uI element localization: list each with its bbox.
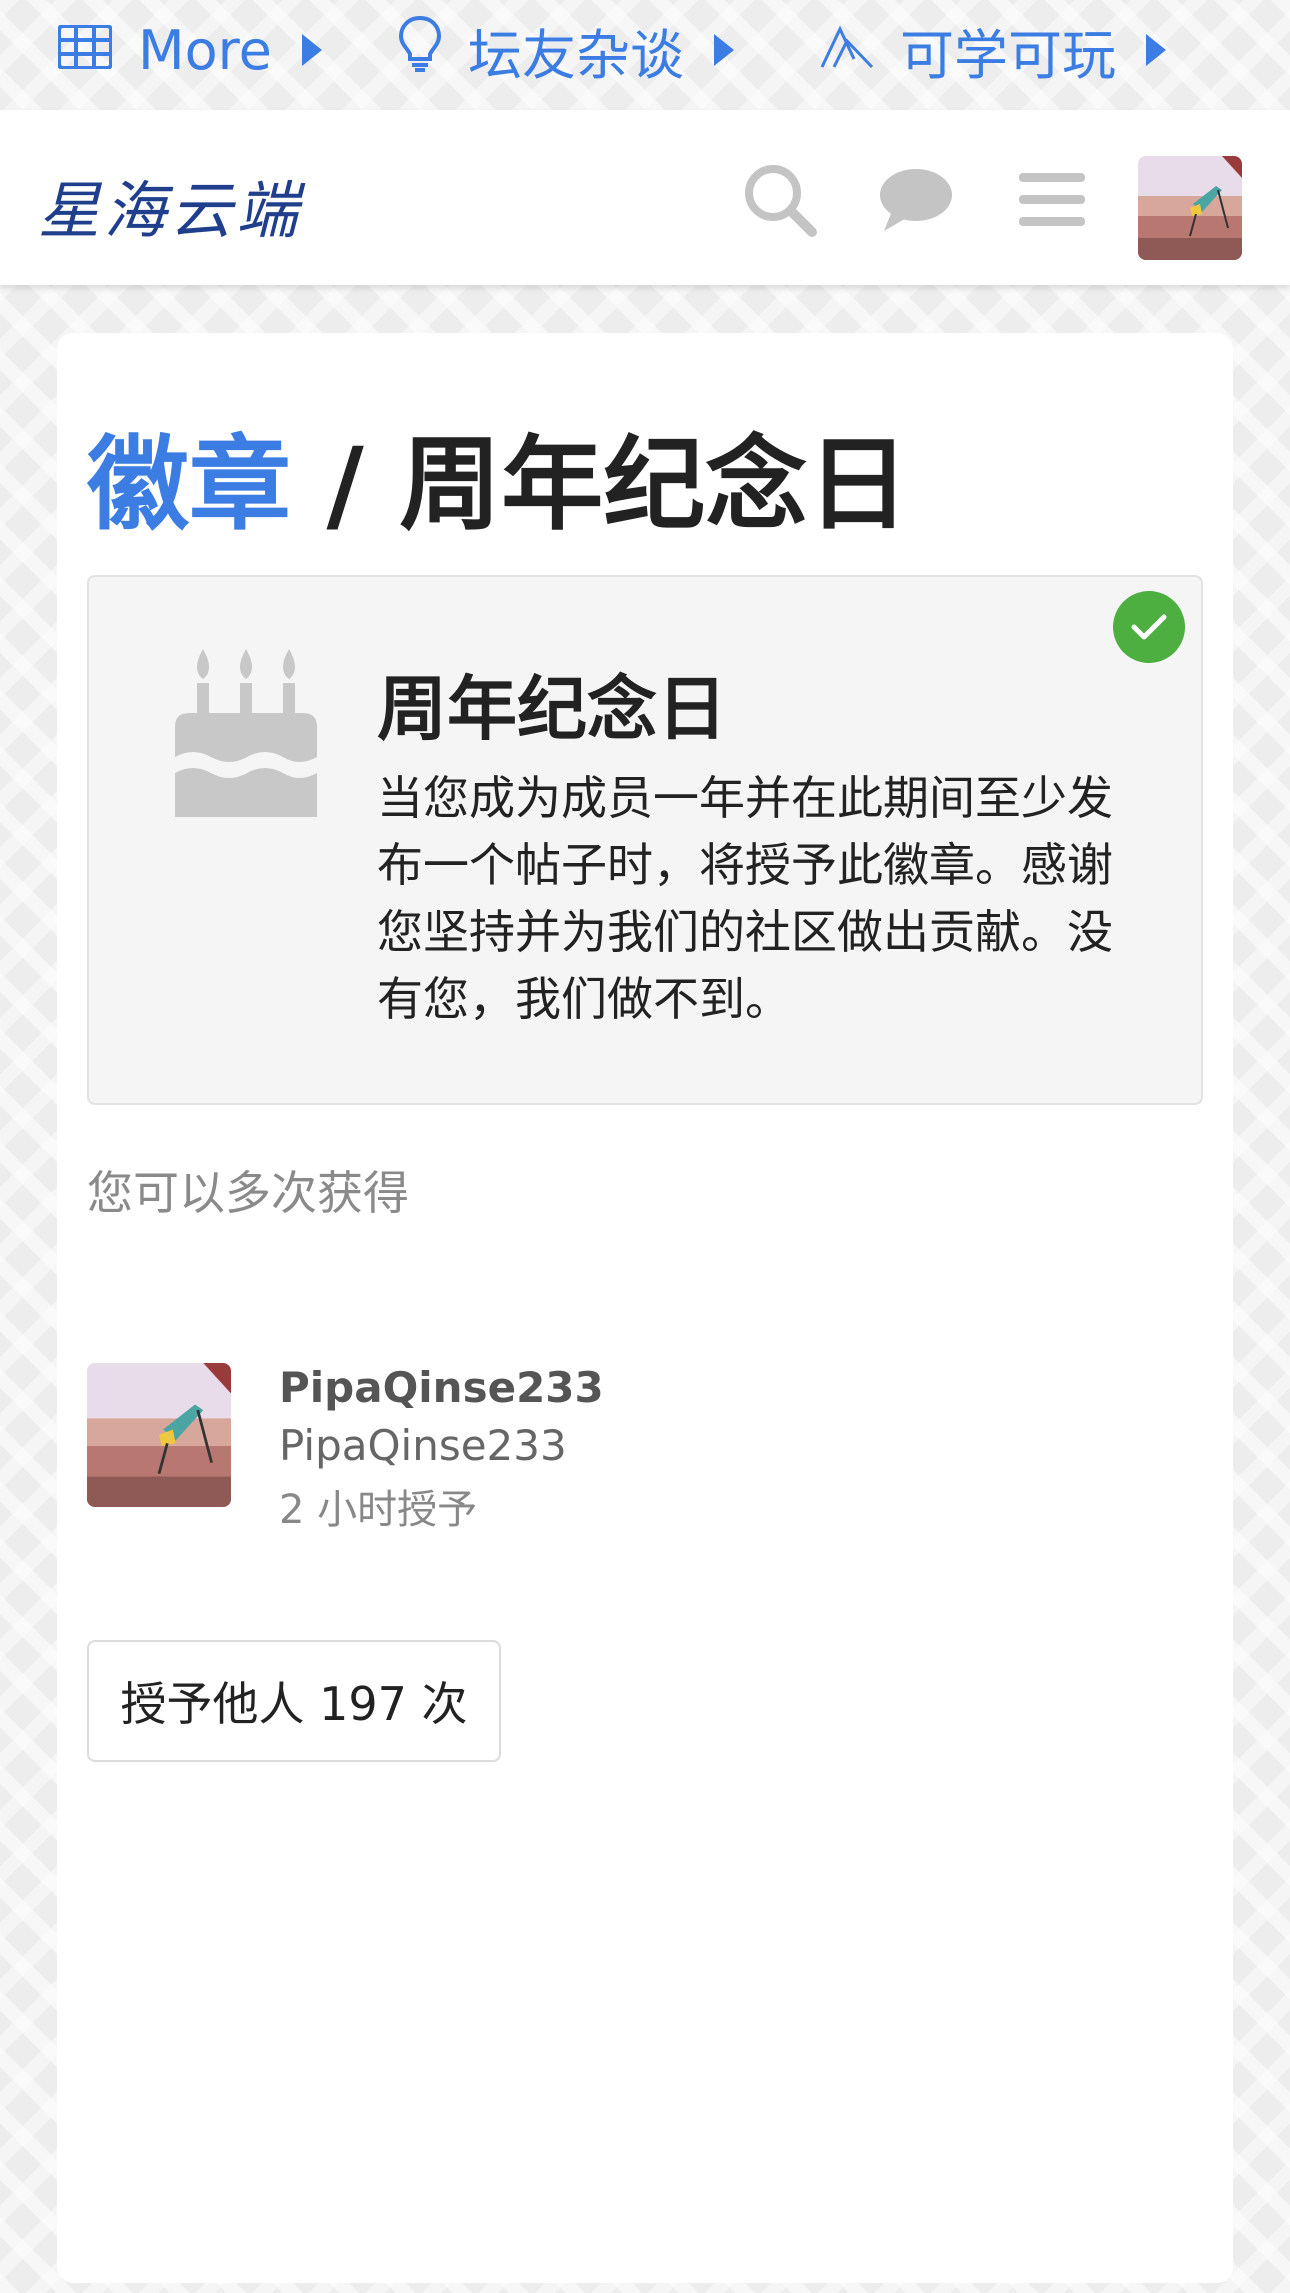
hamburger-menu-button[interactable] [1012,160,1092,240]
nav-learn-play-label: 可学可玩 [900,23,1116,87]
breadcrumb-separator: / [291,426,400,545]
page-title-text: 周年纪念日 [399,426,910,545]
birthday-cake-icon [175,649,317,817]
hamburger-menu-icon [1019,173,1085,226]
page-title: 徽章 / 周年纪念日 [87,403,909,550]
search-icon [745,165,817,237]
granted-count-button[interactable]: 授予他人 197 次 [87,1640,501,1762]
multiple-grant-note: 您可以多次获得 [87,1166,409,1220]
user-avatar[interactable] [1138,156,1242,260]
nav-forum-chat-label: 坛友杂谈 [468,23,684,87]
grant-time: 2 小时授予 [279,1487,478,1533]
grantee-display-name: PipaQinse233 [279,1421,567,1470]
grid-icon [57,19,113,82]
badge-detail-card: 徽章 / 周年纪念日 周年纪念日 当您成为成员一年并在此期间至少发布一个帖子时，… [57,333,1233,2283]
caret-right-icon [714,34,734,66]
site-header: 星海云端 [0,110,1290,285]
chat-bubble-icon [880,169,952,231]
site-logo[interactable]: 星海云端 [38,160,302,250]
peak-icon [820,19,874,82]
top-category-strip: More 坛友杂谈 可学可玩 [0,0,1290,110]
nav-forum-chat[interactable]: 坛友杂谈 [398,0,734,100]
breadcrumb-badges-link[interactable]: 徽章 [87,426,291,545]
badge-earned-check-icon [1113,591,1185,663]
grantee-username[interactable]: PipaQinse233 [279,1363,604,1412]
nav-more-label: More [138,18,272,82]
recent-grant-user[interactable]: PipaQinse233 PipaQinse233 2 小时授予 [87,1363,1187,1533]
search-button[interactable] [740,160,820,240]
chat-button[interactable] [876,160,956,240]
caret-right-icon [301,34,322,66]
nav-learn-play[interactable]: 可学可玩 [820,0,1166,100]
badge-summary-box: 周年纪念日 当您成为成员一年并在此期间至少发布一个帖子时，将授予此徽章。感谢您坚… [87,575,1203,1105]
grantee-avatar[interactable] [87,1363,231,1507]
caret-right-icon [1146,34,1166,66]
badge-name: 周年纪念日 [377,668,727,750]
nav-more[interactable]: More [57,0,322,100]
badge-description: 当您成为成员一年并在此期间至少发布一个帖子时，将授予此徽章。感谢您坚持并为我们的… [377,771,1113,1026]
lightbulb-icon [398,15,442,86]
